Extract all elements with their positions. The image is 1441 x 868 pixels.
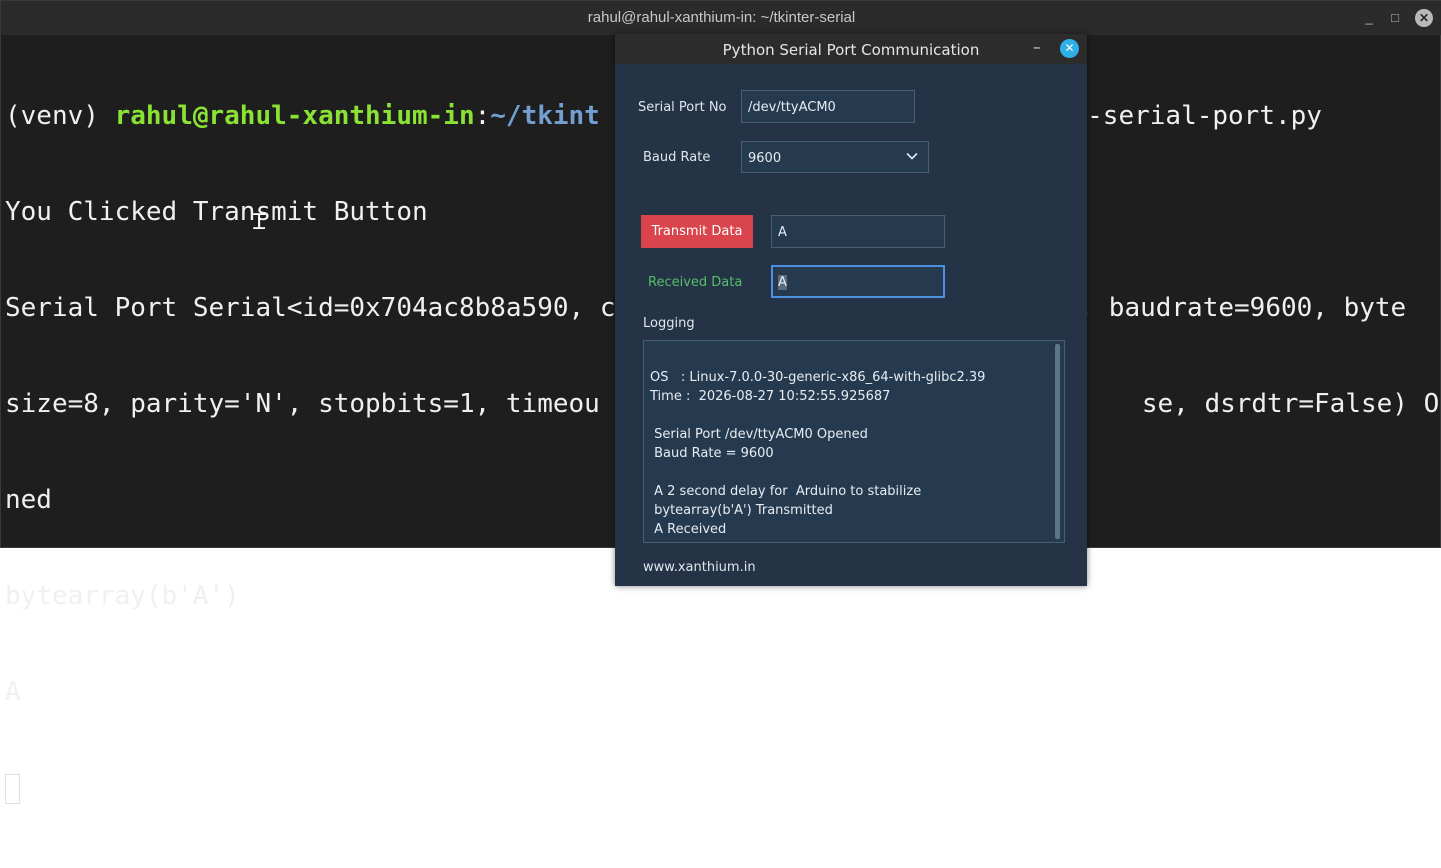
footer-link[interactable]: www.xanthium.in [643,560,756,575]
transmit-data-input[interactable]: A [771,215,945,248]
serial-dialog: Python Serial Port Communication – ✕ Ser… [615,34,1087,586]
log-scrollbar[interactable] [1055,344,1060,539]
terminal-cursor [5,773,20,804]
terminal-line-3-right: , baudrate=9600, byte [1077,293,1407,323]
ibeam-cursor-icon: Ɪ [253,210,266,235]
close-icon[interactable]: ✕ [1415,9,1433,27]
log-lines: OS : Linux-7.0.0-30-generic-x86_64-with-… [650,349,985,577]
log-line: Serial Port /dev/ttyACM0 Opened [650,427,868,442]
terminal-line-3-cut: c [599,293,616,323]
baud-rate-value: 9600 [748,151,782,166]
terminal-line-3-left: Serial Port Serial<id=0x704ac8b8a590, [5,293,600,323]
venv-prefix: (venv) [5,101,115,131]
terminal-line-4-left: size=8, parity='N', stopbits=1, timeou [5,389,600,419]
transmit-data-button[interactable]: Transmit Data [641,215,753,248]
terminal-titlebar[interactable]: rahul@rahul-xanthium-in: ~/tkinter-seria… [1,1,1441,35]
received-data-value: A [778,275,787,290]
serial-port-label: Serial Port No [638,100,727,115]
maximize-icon[interactable]: □ [1387,10,1403,26]
minimize-icon[interactable]: _ [1361,10,1377,26]
log-line: OS : Linux-7.0.0-30-generic-x86_64-with-… [650,370,986,385]
log-line: A Received [650,522,727,537]
received-data-label: Received Data [648,275,743,290]
baud-rate-label: Baud Rate [643,150,711,165]
log-line: bytearray(b'A') Transmitted [650,503,833,518]
logging-textbox[interactable]: OS : Linux-7.0.0-30-generic-x86_64-with-… [643,340,1065,543]
serial-port-input[interactable]: /dev/ttyACM0 [741,90,915,123]
prompt-colon: : [474,101,491,131]
terminal-title: rahul@rahul-xanthium-in: ~/tkinter-seria… [587,9,856,26]
received-data-input[interactable]: A [771,265,945,298]
prompt-path: ~/tkint [490,101,600,131]
log-line: Baud Rate = 9600 [650,446,774,461]
terminal-line-4-right: se, dsrdtr=False) Ope [1141,389,1441,419]
dialog-minimize-icon[interactable]: – [1033,38,1041,56]
dialog-titlebar[interactable]: Python Serial Port Communication – ✕ [615,34,1087,64]
logging-label: Logging [643,316,695,331]
baud-rate-select[interactable]: 9600 [741,141,929,173]
dialog-title: Python Serial Port Communication [722,41,980,59]
command-tail: er-serial-port.py [1055,101,1322,131]
log-line: Time : 2026-08-27 10:52:55.925687 [650,389,891,404]
terminal-line-7: A [5,677,21,707]
terminal-line-cursor [5,772,1441,804]
chevron-down-icon [906,152,918,160]
prompt-user-host: rahul@rahul-xanthium-in [114,101,475,131]
log-line: A 2 second delay for Arduino to stabiliz… [650,484,922,499]
dialog-close-icon[interactable]: ✕ [1060,39,1079,58]
